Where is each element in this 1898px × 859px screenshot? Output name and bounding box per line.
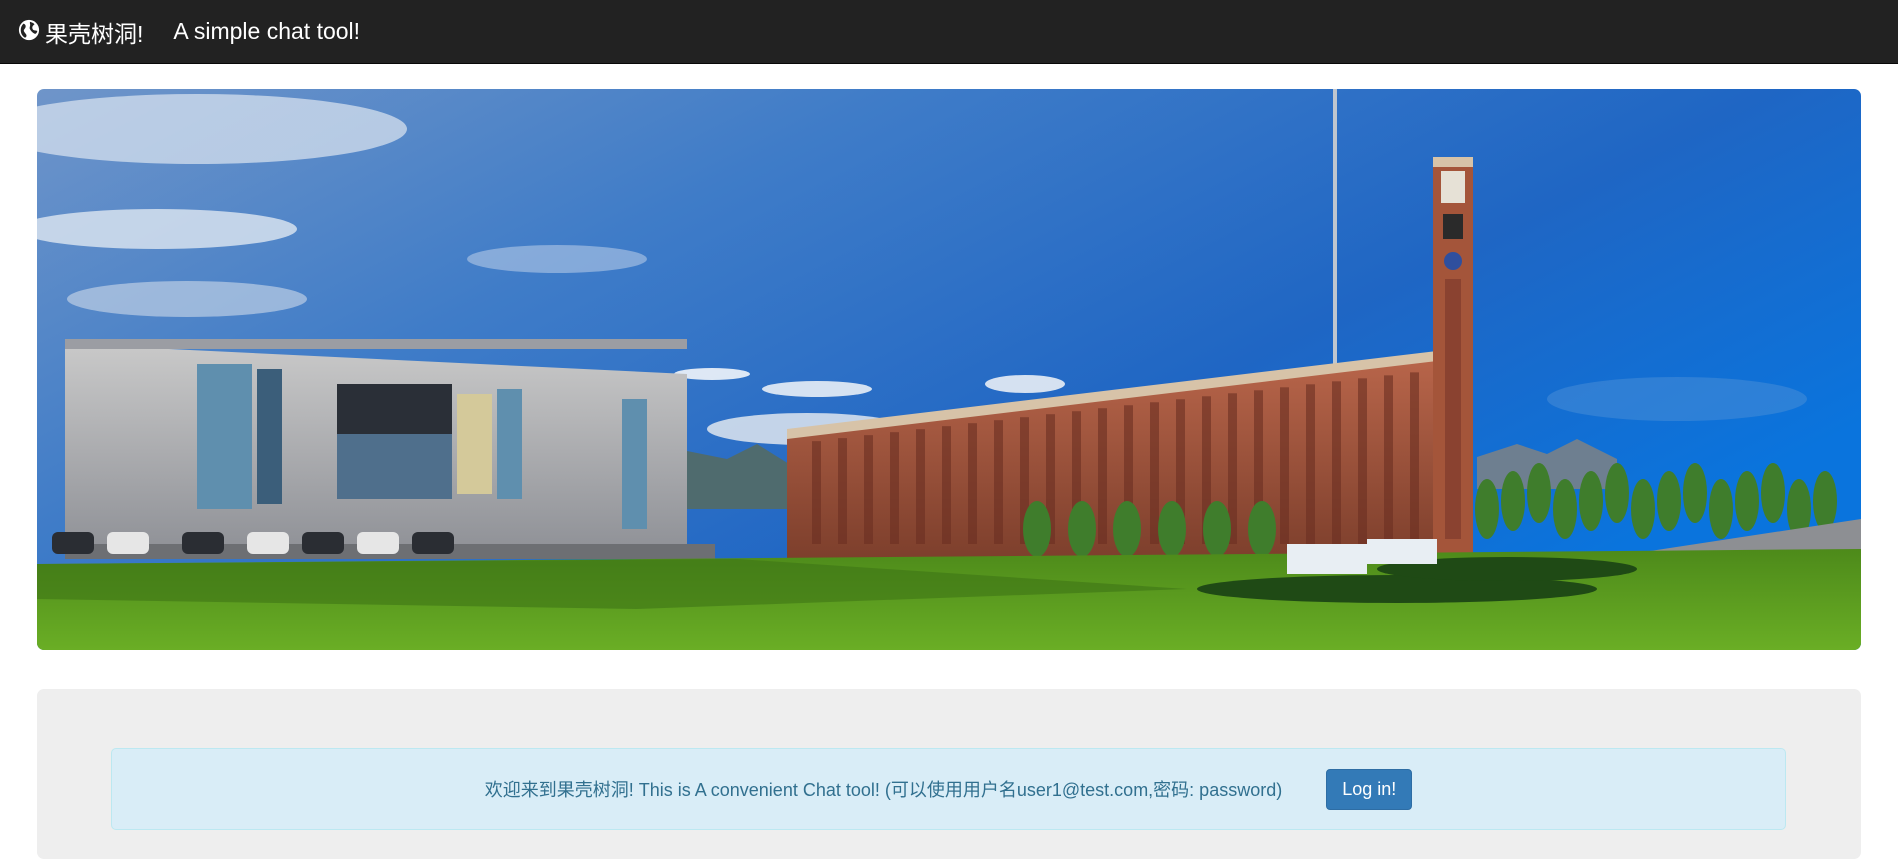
campus-panorama-image [37, 89, 1861, 650]
globe-icon [18, 19, 40, 40]
brand-name: 果壳树洞! [45, 20, 144, 47]
welcome-message: 欢迎来到果壳树洞! This is A convenient Chat tool… [484, 780, 1283, 800]
welcome-alert: 欢迎来到果壳树洞! This is A convenient Chat tool… [111, 748, 1786, 830]
login-button[interactable]: Log in! [1326, 768, 1413, 810]
welcome-jumbotron: 欢迎来到果壳树洞! This is A convenient Chat tool… [37, 689, 1861, 859]
top-navbar: 果壳树洞! A simple chat tool! [0, 0, 1898, 64]
site-tagline: A simple chat tool! [173, 18, 361, 44]
brand-link[interactable]: 果壳树洞! [18, 15, 143, 49]
hero-image [37, 89, 1861, 650]
